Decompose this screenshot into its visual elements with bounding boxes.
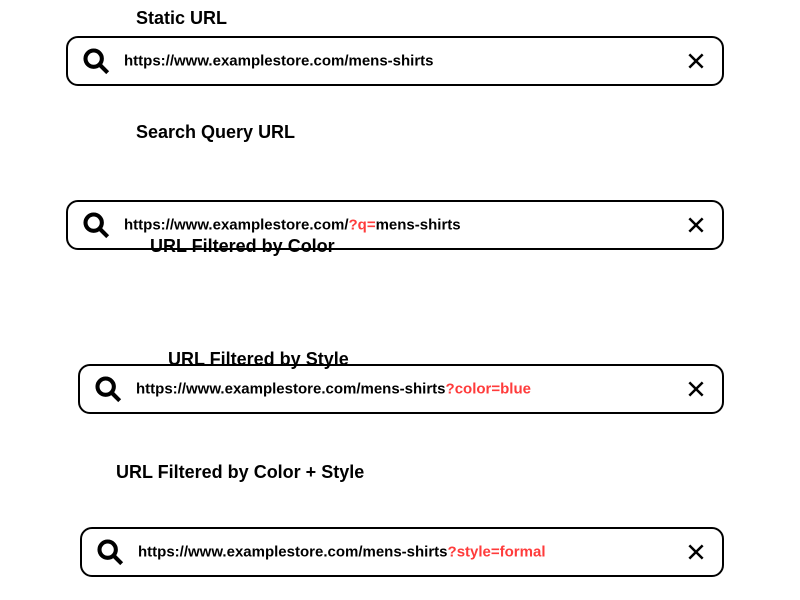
url-example-label: URL Filtered by Color + Style <box>116 462 364 483</box>
url-segment-after: mens-shirts <box>376 217 461 234</box>
close-icon[interactable] <box>686 51 706 71</box>
url-segment-before: https://www.examplestore.com/mens-shirts <box>136 381 446 398</box>
url-example-label: URL Filtered by Color <box>150 236 335 257</box>
url-bar: https://www.examplestore.com/mens-shirts <box>66 36 724 86</box>
url-segment-before: https://www.examplestore.com/ <box>124 217 349 234</box>
url-text: https://www.examplestore.com/mens-shirts… <box>138 544 674 561</box>
close-icon[interactable] <box>686 542 706 562</box>
url-text: https://www.examplestore.com/mens-shirts <box>124 53 674 70</box>
search-icon <box>82 211 110 239</box>
close-icon[interactable] <box>686 379 706 399</box>
url-segment-before: https://www.examplestore.com/mens-shirts <box>138 544 448 561</box>
url-example-label: Static URL <box>136 8 227 29</box>
url-segment-highlight: ?q= <box>349 217 376 234</box>
search-icon <box>82 47 110 75</box>
url-example-label: Search Query URL <box>136 122 295 143</box>
url-example-label: URL Filtered by Style <box>168 349 349 370</box>
search-icon <box>94 375 122 403</box>
url-text: https://www.examplestore.com/?q=mens-shi… <box>124 217 674 234</box>
url-bar: https://www.examplestore.com/mens-shirts… <box>80 527 724 577</box>
url-segment-highlight: ?style=formal <box>448 544 546 561</box>
url-segment-highlight: ?color=blue <box>446 381 531 398</box>
url-text: https://www.examplestore.com/mens-shirts… <box>136 381 674 398</box>
close-icon[interactable] <box>686 215 706 235</box>
url-bar: https://www.examplestore.com/mens-shirts… <box>78 364 724 414</box>
url-segment: https://www.examplestore.com/mens-shirts <box>124 53 434 70</box>
search-icon <box>96 538 124 566</box>
